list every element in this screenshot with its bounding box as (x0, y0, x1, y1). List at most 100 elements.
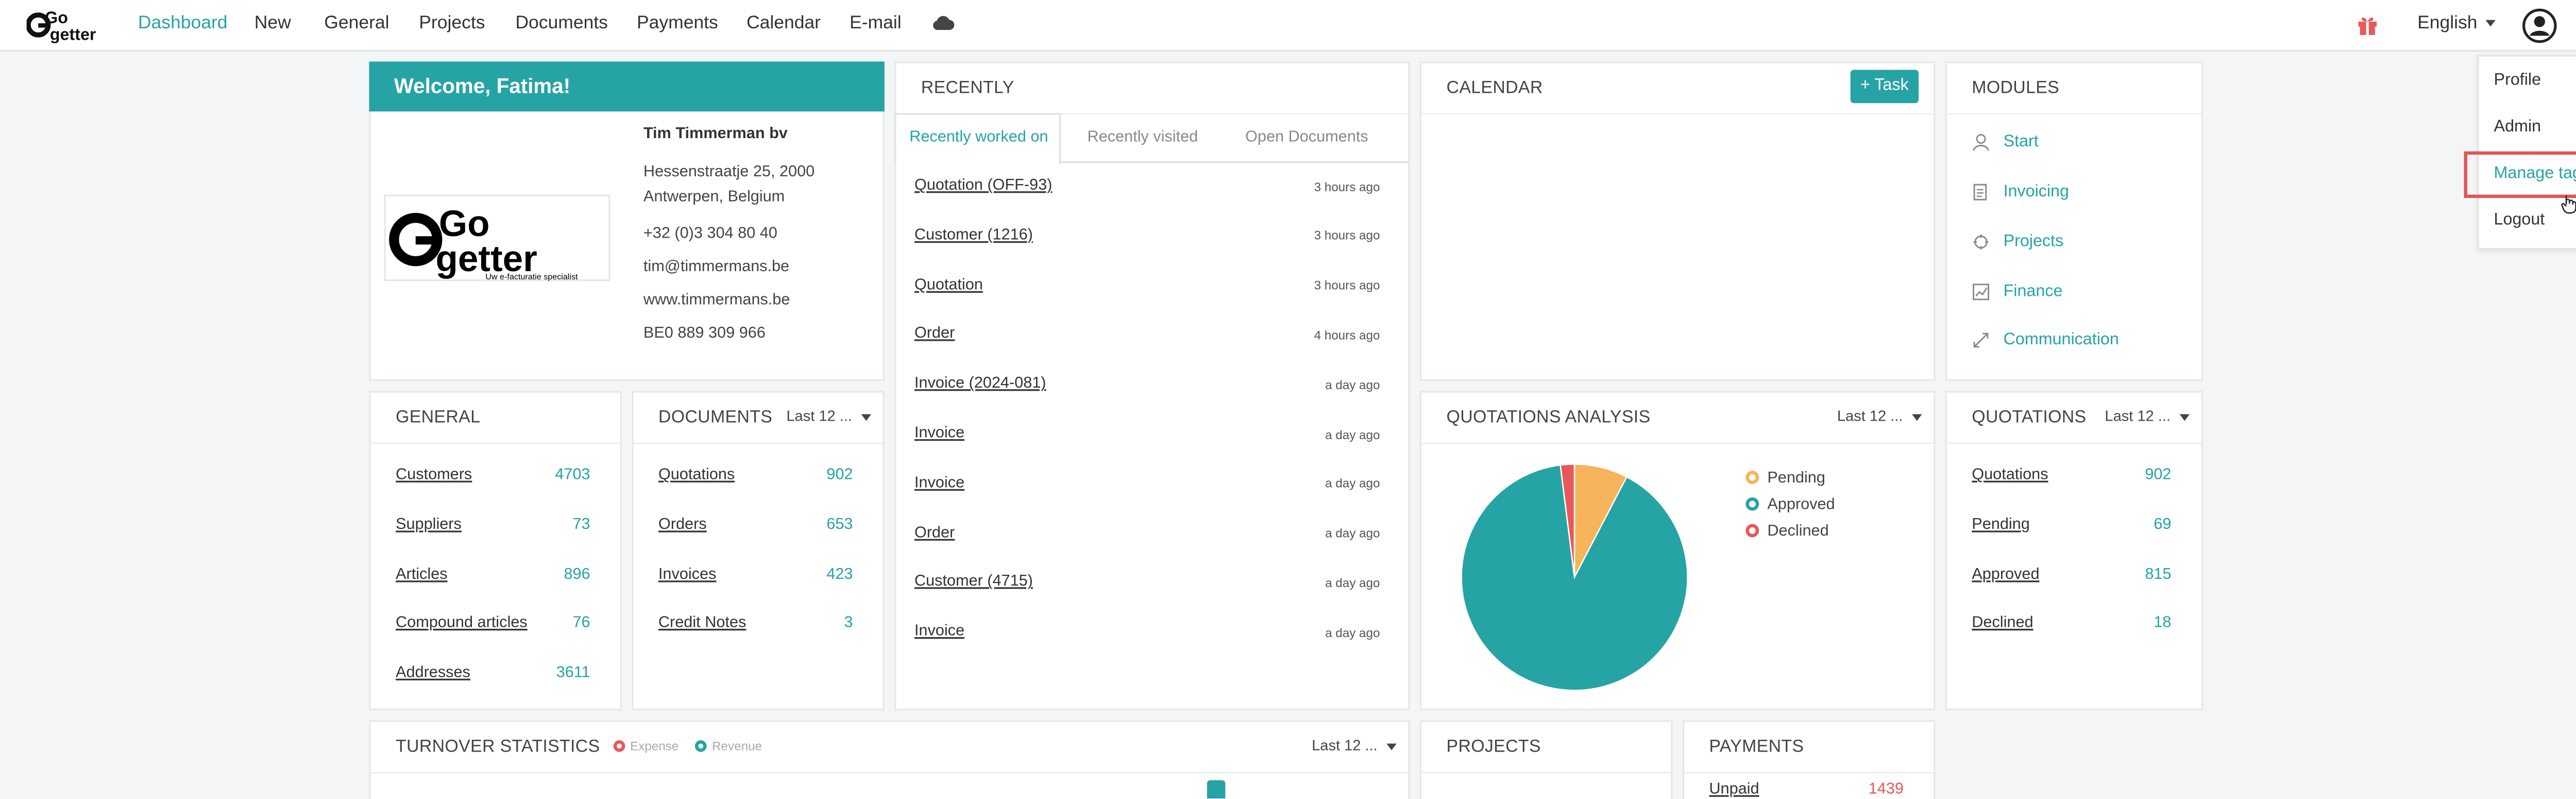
pie-legend: Pending Approved Declined (1745, 469, 1835, 549)
hand-cursor-icon (2561, 195, 2576, 214)
modules-header: MODULES (1946, 63, 2201, 115)
documents-row-count: 653 (826, 515, 853, 534)
company-address-line2: Antwerpen, Belgium (643, 188, 785, 207)
recent-item-link[interactable]: Invoice (914, 474, 964, 492)
general-row-count: 896 (564, 564, 590, 584)
recently-title: RECENTLY (921, 78, 1014, 98)
add-task-button[interactable]: + Task (1850, 70, 1919, 104)
documents-filter-label: Last 12 ... (786, 407, 852, 424)
recent-item-link[interactable]: Invoice (914, 424, 964, 442)
cloud-icon[interactable] (931, 13, 955, 31)
company-name: Tim Timmerman bv (643, 125, 788, 143)
quotations-analysis-title: QUOTATIONS ANALYSIS (1446, 407, 1651, 428)
module-projects[interactable]: Projects (2004, 233, 2064, 251)
general-row-link[interactable]: Suppliers (396, 515, 462, 534)
recent-item-time: 3 hours ago (1314, 228, 1380, 244)
recent-item-time: a day ago (1325, 526, 1380, 541)
quotations-row-link[interactable]: Quotations (1972, 466, 2048, 484)
quotations-row-link[interactable]: Pending (1972, 515, 2030, 534)
menu-item-profile[interactable]: Profile (2494, 72, 2541, 90)
general-row-count: 3611 (556, 664, 590, 683)
quotations-row-link[interactable]: Declined (1972, 614, 2033, 632)
nav-projects[interactable]: Projects (419, 13, 485, 34)
avatar[interactable] (2522, 8, 2557, 43)
tab-recently-visited[interactable]: Recently visited (1087, 128, 1198, 146)
legend-declined-label: Declined (1767, 522, 1829, 541)
quotations-analysis-filter[interactable]: Last 12 ... (1837, 408, 1921, 424)
recent-item-link[interactable]: Customer (1216) (914, 226, 1033, 244)
payments-unpaid-link[interactable]: Unpaid (1709, 780, 1759, 798)
turnover-filter-label: Last 12 ... (1312, 737, 1378, 754)
tab-open-documents[interactable]: Open Documents (1245, 128, 1368, 146)
module-finance[interactable]: Finance (2004, 283, 2063, 301)
quotations-row-count: 18 (2154, 614, 2172, 633)
nav-payments[interactable]: Payments (637, 13, 718, 34)
documents-row-link[interactable]: Quotations (658, 466, 735, 484)
company-email: tim@timmermans.be (643, 258, 790, 276)
nav-documents[interactable]: Documents (515, 13, 608, 34)
company-logo: Go getter Uw e-facturatie specialist (384, 194, 611, 281)
module-start[interactable]: Start (2004, 133, 2039, 151)
invoice-icon (1973, 184, 1987, 201)
recent-item-link[interactable]: Invoice (2024-081) (914, 375, 1046, 393)
quotations-row-count: 815 (2145, 564, 2172, 584)
documents-row-link[interactable]: Credit Notes (658, 614, 746, 632)
turnover-title: TURNOVER STATISTICS (396, 737, 600, 757)
legend-expense[interactable]: Expense (613, 739, 679, 754)
recent-item-time: 4 hours ago (1314, 327, 1380, 343)
nav-dashboard[interactable]: Dashboard (138, 13, 228, 34)
projects-header: PROJECTS (1421, 722, 1671, 774)
nav-calendar[interactable]: Calendar (747, 13, 821, 34)
projects-title: PROJECTS (1446, 737, 1541, 757)
recent-item-link[interactable]: Order (914, 523, 955, 541)
legend-pending-label: Pending (1767, 469, 1825, 488)
projects-card: PROJECTS (1419, 720, 1673, 799)
documents-filter[interactable]: Last 12 ... (786, 407, 871, 424)
documents-row-link[interactable]: Orders (658, 515, 707, 534)
quotations-pie-chart (1461, 463, 1688, 691)
legend-approved[interactable]: Approved (1745, 496, 1835, 523)
menu-item-manage-tags[interactable]: Manage tags (2494, 164, 2576, 182)
general-row-link[interactable]: Addresses (396, 664, 470, 682)
general-row-link[interactable]: Customers (396, 466, 472, 484)
projects-icon (1973, 235, 1989, 250)
gogetter-logo[interactable]: Go getter (26, 7, 107, 43)
quotations-row-count: 902 (2145, 465, 2172, 485)
menu-item-logout[interactable]: Logout (2494, 211, 2545, 229)
recent-item-link[interactable]: Order (914, 325, 955, 343)
nav-general[interactable]: General (324, 13, 389, 34)
documents-row-count: 423 (826, 564, 853, 584)
general-row-link[interactable]: Articles (396, 565, 448, 583)
chevron-down-icon (1911, 413, 1921, 421)
quotations-filter[interactable]: Last 12 ... (2105, 408, 2189, 424)
chevron-down-icon (860, 413, 871, 421)
documents-row-count: 3 (844, 614, 853, 633)
module-invoicing[interactable]: Invoicing (2004, 183, 2069, 201)
recent-item-link[interactable]: Quotation (914, 275, 983, 293)
app-root: Go getter Dashboard New General Projects… (0, 0, 2576, 799)
language-selector[interactable]: English (2417, 13, 2496, 34)
general-header: GENERAL (370, 393, 620, 444)
recent-item-time: 3 hours ago (1314, 278, 1380, 293)
recent-item-link[interactable]: Quotation (OFF-93) (914, 176, 1052, 194)
nav-new[interactable]: New (255, 13, 291, 34)
recent-item-link[interactable]: Customer (4715) (914, 573, 1033, 591)
legend-revenue[interactable]: Revenue (695, 739, 762, 754)
quotations-analysis-filter-label: Last 12 ... (1837, 407, 1903, 424)
menu-item-admin[interactable]: Admin (2494, 118, 2541, 136)
turnover-filter[interactable]: Last 12 ... (1312, 737, 1396, 754)
nav-email[interactable]: E-mail (850, 13, 902, 34)
recent-item-time: a day ago (1325, 377, 1380, 392)
tab-recently-worked-on-label: Recently worked on (909, 128, 1048, 146)
recently-header: RECENTLY (896, 63, 1409, 115)
recent-item-time: a day ago (1325, 625, 1380, 640)
recent-item-link[interactable]: Invoice (914, 623, 964, 641)
recent-item-time: a day ago (1325, 426, 1380, 442)
documents-row-link[interactable]: Invoices (658, 565, 716, 583)
svg-text:Go: Go (45, 8, 68, 27)
legend-pending[interactable]: Pending (1745, 469, 1835, 496)
module-communication[interactable]: Communication (2004, 331, 2119, 349)
gift-icon[interactable] (2356, 13, 2379, 37)
quotations-row-link[interactable]: Approved (1972, 565, 2039, 583)
legend-declined[interactable]: Declined (1745, 522, 1835, 549)
